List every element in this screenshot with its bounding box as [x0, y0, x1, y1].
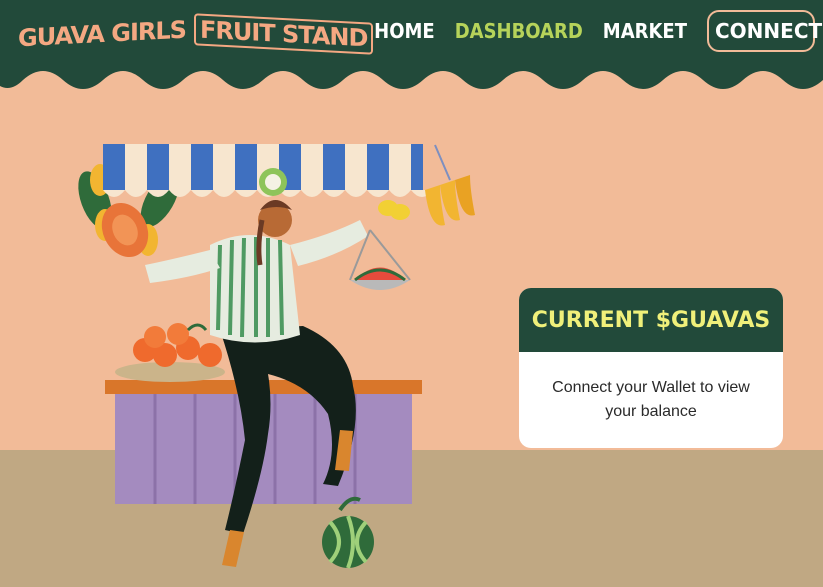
- connect-wallet-button[interactable]: CONNECT: [707, 10, 822, 52]
- site-header: GUAVA GIRLS FRUIT STAND HOME DASHBOARD M…: [0, 0, 823, 100]
- balance-card-message: Connect your Wallet to view your balance: [552, 379, 750, 420]
- fruit-stand-illustration: [78, 144, 475, 569]
- balance-card-header: CURRENT $GUAVAS: [519, 288, 783, 352]
- nav-market-link[interactable]: MARKET: [603, 19, 687, 43]
- main-nav: HOME DASHBOARD MARKET CONNECT: [374, 10, 822, 52]
- logo-text-primary: GUAVA GIRLS: [18, 15, 186, 53]
- nav-home-link[interactable]: HOME: [374, 19, 435, 43]
- nav-dashboard-link[interactable]: DASHBOARD: [455, 19, 583, 43]
- lemon-icon: [378, 200, 410, 220]
- banana-icon: [425, 144, 475, 226]
- watermelon-icon: [322, 496, 374, 569]
- orange-icon: [115, 323, 225, 382]
- logo-text-secondary: FRUIT STAND: [193, 13, 374, 55]
- guava-icon: [259, 168, 287, 196]
- balance-card: CURRENT $GUAVAS Connect your Wallet to v…: [519, 288, 783, 448]
- site-logo[interactable]: GUAVA GIRLS FRUIT STAND: [18, 13, 374, 55]
- balance-card-body: Connect your Wallet to view your balance: [519, 352, 783, 448]
- balance-card-title: CURRENT $GUAVAS: [531, 307, 771, 333]
